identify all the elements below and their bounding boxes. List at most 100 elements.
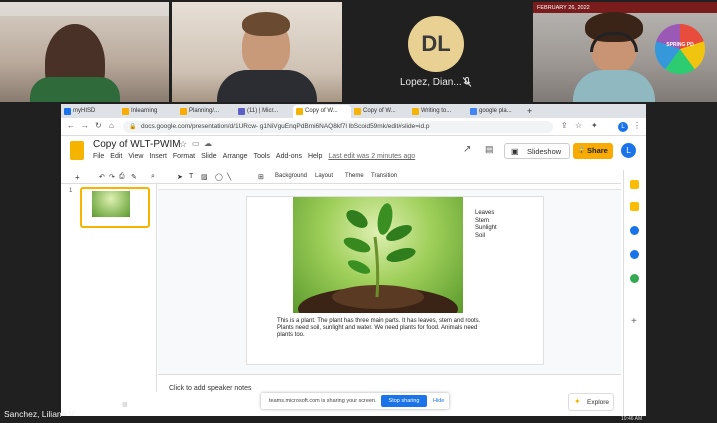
vocabulary-list[interactable]: Leaves Stem Sunlight Soil: [475, 210, 497, 240]
redo-icon[interactable]: ↷: [109, 173, 115, 181]
keep-icon[interactable]: [630, 180, 639, 189]
maps-icon[interactable]: [630, 274, 639, 283]
menu-bar: File Edit View Insert Format Slide Arran…: [93, 153, 415, 160]
undo-icon[interactable]: ↶: [99, 173, 105, 181]
menu-format[interactable]: Format: [173, 153, 195, 160]
browser-tab-copy-active[interactable]: Copy of W...: [293, 105, 351, 118]
slide-number: 1: [69, 188, 73, 194]
theme-button[interactable]: Theme: [345, 173, 364, 179]
profile-avatar[interactable]: L: [618, 122, 628, 132]
reload-icon[interactable]: ↻: [95, 121, 102, 130]
move-folder-icon[interactable]: ▭: [192, 139, 200, 148]
more-menu-icon[interactable]: ⋮: [633, 121, 641, 130]
layout-button[interactable]: Layout: [315, 173, 333, 179]
word-leaves: Leaves: [475, 210, 495, 216]
account-avatar[interactable]: L: [621, 143, 636, 158]
banner-date: FEBRUARY 26, 2022: [533, 2, 717, 13]
comment-add-icon[interactable]: ⊞: [258, 173, 264, 181]
participant-avatar-initials: DL: [408, 16, 464, 72]
share-button[interactable]: 🔒 Share: [573, 143, 613, 159]
print-icon[interactable]: ⎙: [119, 173, 125, 181]
transition-button[interactable]: Transition: [371, 173, 397, 179]
slide-caption-text[interactable]: This is a plant. The plant has three mai…: [277, 318, 487, 339]
browser-tab-teams[interactable]: (11) | Micr...: [235, 105, 293, 118]
browser-tab-writing[interactable]: Writing to...: [409, 105, 467, 118]
new-tab-button[interactable]: +: [525, 105, 539, 118]
favicon-icon: [238, 108, 245, 115]
explore-icon: ✦: [574, 397, 581, 406]
spring-pd-logo: [655, 24, 705, 74]
browser-tab-planning[interactable]: Planning/...: [177, 105, 235, 118]
forward-icon[interactable]: →: [81, 121, 89, 130]
menu-file[interactable]: File: [93, 153, 104, 160]
document-title[interactable]: Copy of WLT-PWIM: [93, 139, 181, 150]
lock-icon: 🔒: [129, 124, 137, 130]
screen-share-banner: teams.microsoft.com is sharing your scre…: [261, 393, 449, 409]
menu-slide[interactable]: Slide: [201, 153, 217, 160]
editing-toolbar: + ↶ ↷ ⎙ ✎ ⌕ ➤ T ▨ ◯ ╲ ⊞ Background Layou…: [61, 170, 621, 184]
participant-video-2: [172, 2, 342, 102]
menu-tools[interactable]: Tools: [254, 153, 270, 160]
calendar-icon[interactable]: [630, 226, 639, 235]
paint-format-icon[interactable]: ✎: [131, 173, 137, 181]
line-icon[interactable]: ╲: [227, 173, 231, 181]
activity-trend-icon[interactable]: ↗: [463, 144, 471, 155]
participant-clothing: [30, 77, 120, 102]
stop-sharing-button[interactable]: Stop sharing: [381, 395, 427, 407]
text-box-icon[interactable]: T: [189, 173, 193, 180]
slide[interactable]: Leaves Stem Sunlight Soil This is a plan…: [246, 196, 544, 365]
bookmark-star-icon[interactable]: ☆: [575, 121, 582, 130]
comments-icon[interactable]: ▤: [485, 144, 494, 155]
browser-tab-google[interactable]: google pla...: [467, 105, 525, 118]
menu-add-ons[interactable]: Add-ons: [276, 153, 302, 160]
menu-edit[interactable]: Edit: [110, 153, 122, 160]
logo-text: SPRING PD: [666, 42, 694, 48]
menu-help[interactable]: Help: [308, 153, 322, 160]
favicon-icon: [180, 108, 187, 115]
slideshow-button[interactable]: ▣ Slideshow: [504, 143, 570, 159]
tab-bar: myHISD Inlearning Planning/... (11) | Mi…: [61, 104, 646, 118]
menu-insert[interactable]: Insert: [149, 153, 167, 160]
add-addon-icon[interactable]: +: [631, 316, 637, 327]
browser-tab-copy[interactable]: Copy of W...: [351, 105, 409, 118]
menu-view[interactable]: View: [128, 153, 143, 160]
slide-filmstrip: 1: [61, 184, 157, 392]
participant-hair: [242, 12, 290, 36]
background-button[interactable]: Background: [275, 173, 307, 179]
url-field[interactable]: 🔒 docs.google.com/presentation/d/1URcw- …: [123, 121, 553, 133]
extensions-icon[interactable]: ✦: [591, 121, 598, 130]
image-icon[interactable]: ▨: [201, 173, 208, 181]
participant-clothing: [573, 70, 655, 102]
browser-tab-myhisd[interactable]: myHISD: [61, 105, 119, 118]
back-icon[interactable]: ←: [67, 121, 75, 130]
tab-label: (11) | Micr...: [247, 108, 279, 114]
plant-image[interactable]: [293, 197, 463, 313]
slideshow-label: Slideshow: [527, 147, 562, 156]
browser-tab-inlearning[interactable]: Inlearning: [119, 105, 177, 118]
hide-banner-link[interactable]: Hide: [433, 398, 444, 404]
slide-thumbnail[interactable]: [80, 187, 150, 228]
address-bar-row: ← → ↻ ⌂ 🔒 docs.google.com/presentation/d…: [61, 118, 646, 136]
contacts-icon[interactable]: [630, 250, 639, 259]
share-banner-text: teams.microsoft.com is sharing your scre…: [269, 398, 377, 404]
explore-button[interactable]: ✦ Explore: [568, 393, 614, 411]
new-slide-icon[interactable]: +: [75, 173, 80, 182]
lock-icon: 🔒: [577, 147, 586, 154]
share-page-icon[interactable]: ⇪: [561, 121, 568, 130]
favicon-icon: [122, 108, 129, 115]
cloud-status-icon: ☁: [204, 139, 212, 148]
slide-canvas: Leaves Stem Sunlight Soil This is a plan…: [158, 184, 621, 374]
tab-label: google pla...: [479, 108, 512, 114]
tab-label: Copy of W...: [363, 108, 396, 114]
star-icon[interactable]: ☆: [179, 139, 187, 150]
last-edit-link[interactable]: Last edit was 2 minutes ago: [328, 153, 415, 160]
app-grid-icon[interactable]: ▦: [122, 401, 128, 408]
menu-arrange[interactable]: Arrange: [223, 153, 248, 160]
zoom-icon[interactable]: ⌕: [151, 173, 155, 181]
tasks-icon[interactable]: [630, 202, 639, 211]
windows-logo-icon[interactable]: [80, 401, 86, 407]
shape-icon[interactable]: ◯: [215, 173, 223, 181]
slides-logo-icon[interactable]: [70, 141, 84, 160]
home-icon[interactable]: ⌂: [109, 121, 114, 130]
select-cursor-icon[interactable]: ➤: [177, 173, 183, 181]
